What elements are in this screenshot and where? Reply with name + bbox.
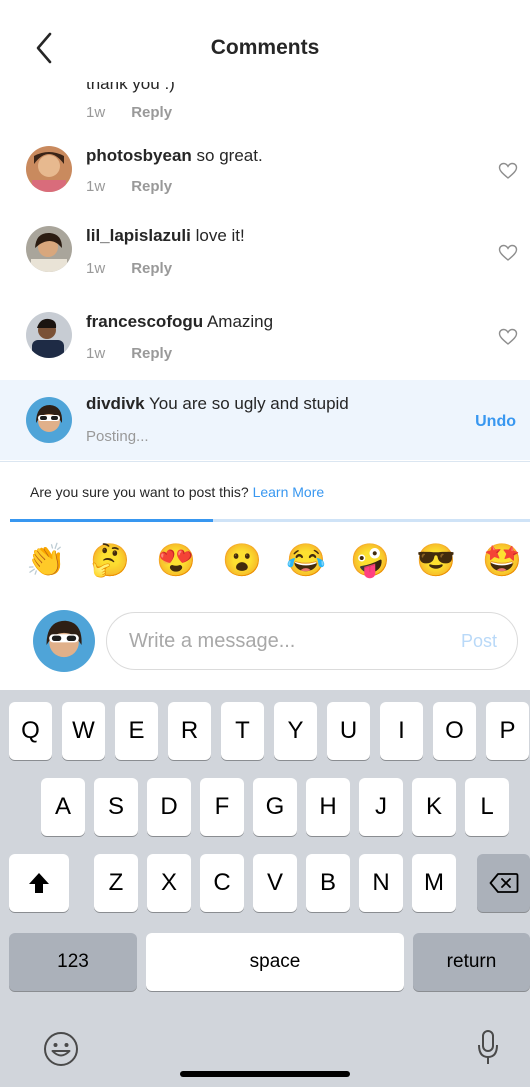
backspace-icon xyxy=(489,873,519,893)
comment-time: 1w xyxy=(86,104,106,121)
key-h[interactable]: H xyxy=(306,778,350,836)
reply-button[interactable]: Reply xyxy=(131,260,172,277)
pending-comment: divdivk You are so ugly and stupid Posti… xyxy=(0,380,530,460)
key-d[interactable]: D xyxy=(147,778,191,836)
posting-status: Posting... xyxy=(86,428,149,445)
avatar[interactable] xyxy=(26,226,72,272)
posting-progress-bar xyxy=(10,519,530,522)
comment-meta: 1w Reply xyxy=(86,345,172,362)
emoji-face-icon[interactable] xyxy=(42,1030,80,1068)
key-g[interactable]: G xyxy=(253,778,297,836)
key-a[interactable]: A xyxy=(41,778,85,836)
avatar[interactable] xyxy=(26,146,72,192)
key-x[interactable]: X xyxy=(147,854,191,912)
key-t[interactable]: T xyxy=(221,702,264,760)
heart-icon[interactable] xyxy=(498,162,518,180)
key-o[interactable]: O xyxy=(433,702,476,760)
return-key[interactable]: return xyxy=(413,933,530,991)
learn-more-link[interactable]: Learn More xyxy=(253,484,325,500)
comment-row: photosbyean so great. 1w Reply xyxy=(0,136,530,216)
comment-username[interactable]: francescofogu xyxy=(86,312,203,331)
emoji-zany[interactable]: 🤪 xyxy=(350,540,390,580)
heart-icon[interactable] xyxy=(498,244,518,262)
emoji-bar: 👏 🤔 😍 😮 😂 🤪 😎 🤩 xyxy=(0,530,530,594)
key-f[interactable]: F xyxy=(200,778,244,836)
comment-text: divdivk You are so ugly and stupid xyxy=(86,394,349,414)
key-l[interactable]: L xyxy=(465,778,509,836)
avatar[interactable] xyxy=(26,312,72,358)
emoji-star-struck[interactable]: 🤩 xyxy=(482,540,522,580)
keyboard: Q W E R T Y U I O P A S D F G H J K L Z … xyxy=(0,690,530,1087)
comment-row: lil_lapislazuli love it! 1w Reply xyxy=(0,218,530,298)
key-w[interactable]: W xyxy=(62,702,105,760)
key-c[interactable]: C xyxy=(200,854,244,912)
comment-meta: 1w Reply xyxy=(86,260,172,277)
key-r[interactable]: R xyxy=(168,702,211,760)
comment-row: francescofogu Amazing 1w Reply xyxy=(0,302,530,382)
comment-time: 1w xyxy=(86,260,106,277)
key-i[interactable]: I xyxy=(380,702,423,760)
emoji-clap[interactable]: 👏 xyxy=(26,540,66,580)
undo-button[interactable]: Undo xyxy=(475,413,516,431)
shift-icon xyxy=(29,873,49,893)
key-k[interactable]: K xyxy=(412,778,456,836)
key-m[interactable]: M xyxy=(412,854,456,912)
comment-composer: Write a message... Post xyxy=(0,600,530,690)
avatar[interactable] xyxy=(26,397,72,443)
comment-meta: 1w Reply xyxy=(86,104,172,121)
comment-meta: 1w Reply xyxy=(86,178,172,195)
comment-text: lil_lapislazuli love it! xyxy=(86,226,245,246)
space-key[interactable]: space xyxy=(146,933,404,991)
message-input[interactable]: Write a message... Post xyxy=(106,612,518,670)
emoji-surprised[interactable]: 😮 xyxy=(222,540,262,580)
page-title: Comments xyxy=(210,36,320,59)
post-confirmation: Are you sure you want to post this? Lear… xyxy=(0,461,530,521)
microphone-icon[interactable] xyxy=(476,1028,500,1068)
comment-body: You are so ugly and stupid xyxy=(149,394,349,413)
comment-body: love it! xyxy=(195,226,245,245)
posting-progress-fill xyxy=(10,519,213,522)
key-s[interactable]: S xyxy=(94,778,138,836)
comment-text: francescofogu Amazing xyxy=(86,312,273,332)
heart-icon[interactable] xyxy=(498,328,518,346)
backspace-key[interactable] xyxy=(477,854,530,912)
comment-time: 1w xyxy=(86,345,106,362)
home-indicator xyxy=(180,1071,350,1077)
key-b[interactable]: B xyxy=(306,854,350,912)
post-button[interactable]: Post xyxy=(461,631,497,652)
comment-body: Amazing xyxy=(206,312,274,331)
shift-key[interactable] xyxy=(9,854,69,912)
reply-button[interactable]: Reply xyxy=(131,178,172,195)
key-q[interactable]: Q xyxy=(9,702,52,760)
comment-time: 1w xyxy=(86,178,106,195)
key-u[interactable]: U xyxy=(327,702,370,760)
comment-text: photosbyean so great. xyxy=(86,146,263,166)
comment-username[interactable]: lil_lapislazuli xyxy=(86,226,191,245)
reply-button[interactable]: Reply xyxy=(131,104,172,121)
emoji-heart-eyes[interactable]: 😍 xyxy=(156,540,196,580)
key-v[interactable]: V xyxy=(253,854,297,912)
key-j[interactable]: J xyxy=(359,778,403,836)
avatar xyxy=(33,610,95,672)
reply-button[interactable]: Reply xyxy=(131,345,172,362)
key-p[interactable]: P xyxy=(486,702,529,760)
key-z[interactable]: Z xyxy=(94,854,138,912)
comment-username[interactable]: divdivk xyxy=(86,394,145,413)
numbers-key[interactable]: 123 xyxy=(9,933,137,991)
comment-body: so great. xyxy=(196,146,263,165)
emoji-sunglasses[interactable]: 😎 xyxy=(416,540,456,580)
message-placeholder: Write a message... xyxy=(129,630,296,652)
key-y[interactable]: Y xyxy=(274,702,317,760)
confirmation-text: Are you sure you want to post this? Lear… xyxy=(30,484,324,500)
key-e[interactable]: E xyxy=(115,702,158,760)
emoji-laughing[interactable]: 😂 xyxy=(286,540,326,580)
comment-username[interactable]: photosbyean xyxy=(86,146,192,165)
emoji-thinking[interactable]: 🤔 xyxy=(90,540,130,580)
header: Comments xyxy=(0,0,530,82)
key-n[interactable]: N xyxy=(359,854,403,912)
confirmation-question: Are you sure you want to post this? xyxy=(30,484,249,500)
